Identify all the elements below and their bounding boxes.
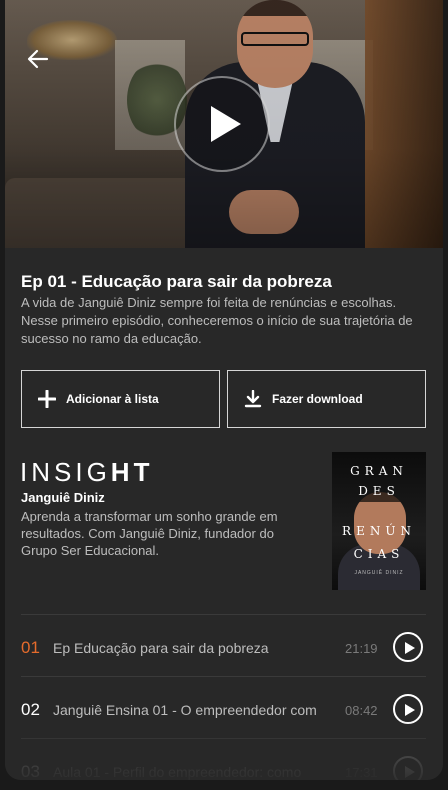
series-logo: INSIGHT: [20, 457, 154, 487]
episode-row-title: Ep Educação para sair da pobreza: [53, 640, 269, 656]
play-icon: [211, 106, 241, 142]
divider: [21, 676, 426, 677]
divider: [21, 738, 426, 739]
episode-number: 01: [21, 638, 40, 657]
download-label: Fazer download: [272, 392, 363, 406]
episode-row[interactable]: 01 Ep Educação para sair da pobreza 21:1…: [21, 616, 426, 676]
episode-row-title: Janguiê Ensina 01 - O empreendedor com: [53, 702, 317, 718]
episode-description: A vida de Janguiê Diniz sempre foi feita…: [21, 295, 413, 346]
play-icon: [405, 642, 415, 654]
episode-play-button[interactable]: [393, 756, 423, 780]
add-to-list-label: Adicionar à lista: [66, 392, 159, 406]
arrow-left-icon: [27, 49, 49, 69]
video-hero[interactable]: [5, 0, 443, 248]
download-button[interactable]: Fazer download: [227, 370, 426, 428]
episode-duration: 17:31: [345, 765, 378, 780]
series-description: Aprenda a transformar um sonho grande em…: [21, 509, 278, 558]
episode-play-button[interactable]: [393, 632, 423, 662]
play-icon: [405, 766, 415, 778]
book-cover[interactable]: GRAN DES RENÚN CIAS JANGUIÊ DINIZ: [332, 452, 426, 590]
episode-number: 03: [21, 762, 40, 780]
play-icon: [405, 704, 415, 716]
divider: [21, 614, 426, 615]
episode-screen: Ep 01 - Educação para sair da pobreza A …: [5, 0, 443, 780]
episode-row[interactable]: 03 Aula 01 - Perfil do empreendedor: com…: [21, 740, 426, 780]
back-button[interactable]: [23, 44, 53, 74]
episode-row[interactable]: 02 Janguiê Ensina 01 - O empreendedor co…: [21, 678, 426, 738]
episode-duration: 08:42: [345, 703, 378, 718]
episode-number: 02: [21, 700, 40, 719]
episode-play-button[interactable]: [393, 694, 423, 724]
episode-title: Ep 01 - Educação para sair da pobreza: [21, 272, 332, 291]
download-icon: [244, 390, 262, 408]
play-video-button[interactable]: [174, 76, 270, 172]
episode-duration: 21:19: [345, 641, 378, 656]
plus-icon: [38, 390, 56, 408]
series-author: Janguiê Diniz: [21, 490, 105, 505]
episode-row-title: Aula 01 - Perfil do empreendedor: como: [53, 764, 302, 780]
add-to-list-button[interactable]: Adicionar à lista: [21, 370, 220, 428]
